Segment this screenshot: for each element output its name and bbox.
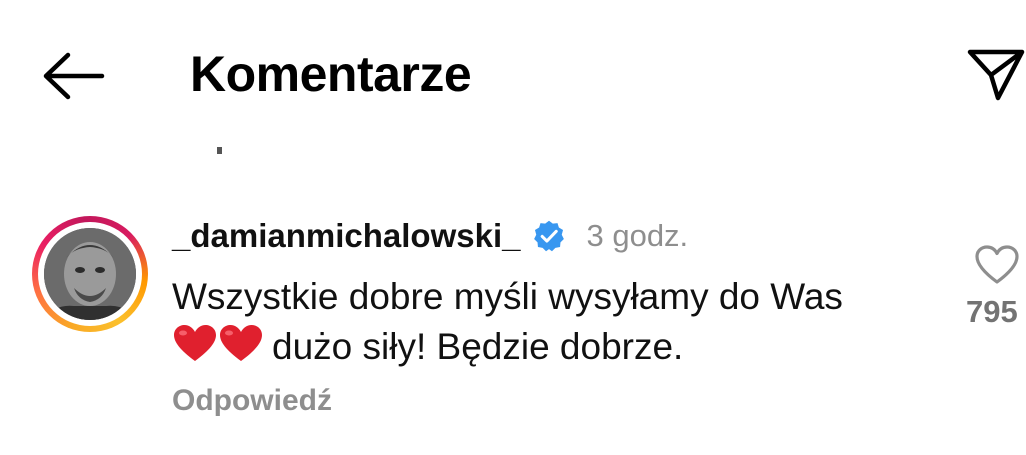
comment-text-line1: Wszystkie dobre myśli wysyłamy do Was xyxy=(172,276,843,317)
username-link[interactable]: _damianmichalowski_ xyxy=(172,217,520,255)
heart-outline-icon xyxy=(975,245,1019,284)
comment-text-line2-wrap: dużo siły! Będzie dobrze. xyxy=(172,322,932,372)
header-bar: Komentarze xyxy=(0,0,1026,150)
avatar[interactable] xyxy=(44,228,136,320)
like-count: 795 xyxy=(966,294,1018,329)
page-title: Komentarze xyxy=(190,46,472,102)
two-hearts-emoji-icon xyxy=(174,325,262,361)
back-button[interactable] xyxy=(38,50,108,102)
comment-text-line2: dużo siły! Będzie dobrze. xyxy=(272,326,684,367)
like-button[interactable] xyxy=(974,244,1020,286)
share-button[interactable] xyxy=(966,44,1026,104)
arrow-left-icon xyxy=(43,52,105,100)
comment-text: Wszystkie dobre myśli wysyłamy do Was du… xyxy=(172,272,932,372)
reply-button[interactable]: Odpowiedź xyxy=(172,384,332,418)
paper-plane-icon xyxy=(967,49,1025,101)
verified-badge-icon xyxy=(534,220,565,252)
avatar-photo xyxy=(44,228,136,320)
comment-header: _damianmichalowski_ 3 godz. xyxy=(172,214,688,258)
comment-timestamp: 3 godz. xyxy=(586,218,689,253)
divider-dot xyxy=(217,147,222,154)
